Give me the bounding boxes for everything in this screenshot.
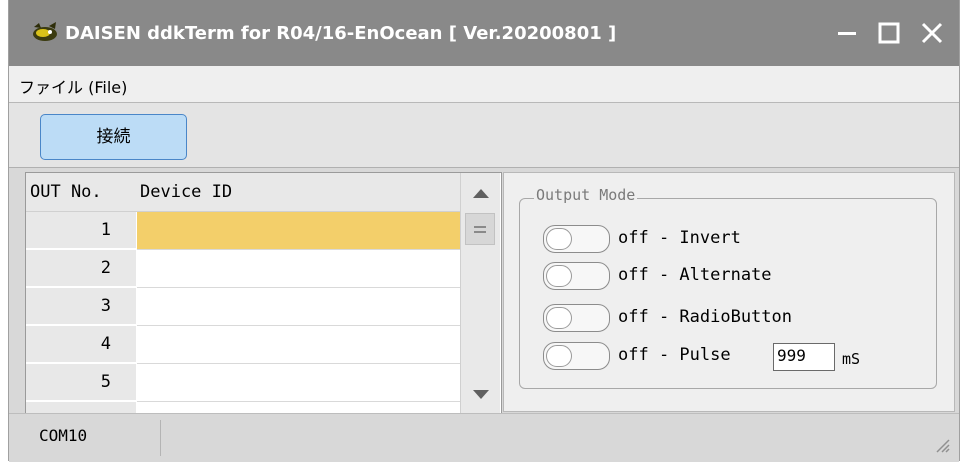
close-icon[interactable]	[919, 20, 945, 46]
device-id-cell[interactable]	[137, 364, 460, 402]
device-id-cell[interactable]	[137, 326, 460, 364]
toggle-knob	[546, 345, 572, 367]
device-grid[interactable]: OUT No. Device ID 1 2 3 4 5	[25, 172, 502, 414]
device-id-cell[interactable]	[137, 212, 460, 250]
alternate-toggle[interactable]	[543, 262, 610, 290]
mode-row-pulse: off - Pulse 999 mS	[543, 342, 943, 372]
invert-toggle[interactable]	[543, 225, 610, 253]
row-number: 2	[26, 250, 136, 287]
column-header-device-id[interactable]: Device ID	[140, 182, 232, 202]
pulse-toggle[interactable]	[543, 342, 610, 370]
status-bar: COM10	[9, 413, 959, 462]
output-mode-panel: Output Mode off - Invert off - Alternate…	[503, 172, 955, 412]
row-number: 3	[26, 288, 136, 325]
table-row[interactable]: 4	[26, 326, 460, 364]
table-row[interactable]: 2	[26, 250, 460, 288]
table-row[interactable]: 1	[26, 212, 460, 250]
menu-file[interactable]: ファイル (File)	[19, 74, 127, 98]
toolbar: 接続	[9, 103, 959, 168]
app-window: DAISEN ddkTerm for R04/16-EnOcean [ Ver.…	[8, 0, 960, 462]
invert-label: off - Invert	[618, 228, 741, 248]
dragon-app-icon	[33, 22, 57, 41]
radiobutton-label: off - RadioButton	[618, 307, 792, 327]
minimize-icon[interactable]	[835, 20, 861, 46]
resize-grip-icon[interactable]	[933, 436, 951, 454]
scroll-thumb[interactable]	[465, 213, 495, 245]
pulse-unit-label: mS	[842, 350, 861, 368]
radiobutton-toggle[interactable]	[543, 304, 610, 332]
toggle-knob	[546, 307, 572, 329]
group-legend: Output Mode	[534, 186, 638, 204]
toggle-knob	[546, 265, 572, 287]
scroll-up-arrow-icon[interactable]	[472, 187, 490, 199]
alternate-label: off - Alternate	[618, 265, 772, 285]
table-row[interactable]: 3	[26, 288, 460, 326]
scroll-down-arrow-icon[interactable]	[472, 389, 490, 401]
grid-header: OUT No. Device ID	[26, 173, 460, 212]
mode-row-alternate: off - Alternate	[543, 262, 943, 292]
menu-bar: ファイル (File)	[9, 66, 959, 103]
status-separator	[160, 420, 161, 456]
connect-button[interactable]: 接続	[40, 114, 187, 160]
status-com-port: COM10	[39, 426, 88, 445]
grip-line	[474, 226, 486, 228]
title-bar[interactable]: DAISEN ddkTerm for R04/16-EnOcean [ Ver.…	[9, 0, 959, 66]
vertical-scrollbar[interactable]	[460, 173, 500, 413]
row-number: 4	[26, 326, 136, 363]
row-number: 1	[26, 212, 136, 249]
device-id-cell[interactable]	[137, 288, 460, 326]
grip-line	[474, 231, 486, 233]
toggle-knob	[546, 228, 572, 250]
pulse-label: off - Pulse	[618, 345, 731, 365]
mode-row-radiobutton: off - RadioButton	[543, 304, 943, 334]
pulse-duration-input[interactable]: 999	[773, 343, 835, 371]
row-number: 5	[26, 364, 136, 401]
window-title: DAISEN ddkTerm for R04/16-EnOcean [ Ver.…	[65, 23, 617, 44]
mode-row-invert: off - Invert	[543, 225, 943, 255]
column-header-out-no[interactable]: OUT No.	[30, 182, 102, 202]
device-id-cell[interactable]	[137, 250, 460, 288]
table-row[interactable]: 5	[26, 364, 460, 402]
maximize-icon[interactable]	[876, 20, 902, 46]
